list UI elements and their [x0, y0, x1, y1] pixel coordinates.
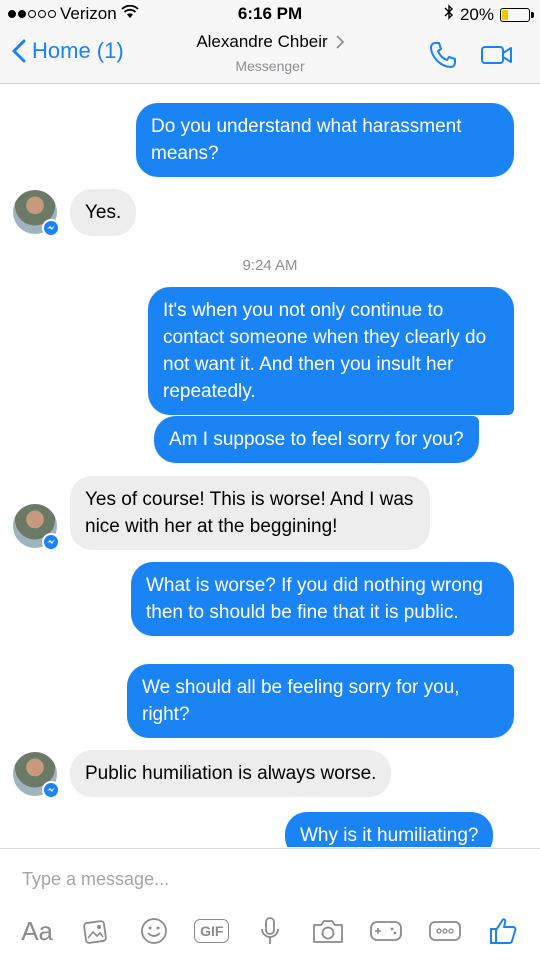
- status-bar: Verizon 6:16 PM 20%: [0, 0, 540, 28]
- battery-icon: [500, 7, 534, 22]
- camera-icon[interactable]: [308, 911, 348, 951]
- battery-percent: 20%: [459, 4, 494, 24]
- emoji-icon[interactable]: [134, 911, 174, 951]
- text-format-button[interactable]: Aa: [17, 911, 57, 951]
- incoming-message[interactable]: Yes.: [70, 189, 137, 236]
- like-icon[interactable]: [483, 911, 523, 951]
- message-list[interactable]: Do you understand what harassment means?…: [0, 85, 540, 847]
- photo-icon[interactable]: [75, 911, 115, 951]
- contact-avatar[interactable]: [13, 752, 60, 799]
- outgoing-message[interactable]: Why is it humiliating?: [285, 812, 494, 847]
- bluetooth-icon: [444, 4, 454, 25]
- contact-name: Alexandre Chbeir: [196, 32, 328, 51]
- video-icon[interactable]: [480, 43, 514, 67]
- gif-label: GIF: [194, 919, 230, 943]
- incoming-message[interactable]: Yes of course! This is worse! And I was …: [70, 476, 430, 550]
- outgoing-message[interactable]: What is worse? If you did nothing wrong …: [131, 562, 514, 636]
- chevron-right-icon: [336, 35, 344, 49]
- composer: Type a message... Aa GIF: [0, 848, 540, 960]
- mic-icon[interactable]: [250, 911, 290, 951]
- composer-toolbar: Aa GIF: [0, 909, 540, 953]
- outgoing-message[interactable]: We should all be feeling sorry for you, …: [127, 664, 514, 738]
- messenger-badge-icon: [42, 219, 60, 237]
- messenger-badge-icon: [42, 533, 60, 551]
- message-input[interactable]: Type a message...: [22, 869, 169, 890]
- conversation-header: Home (1) Alexandre Chbeir Messenger: [0, 28, 540, 84]
- gif-button[interactable]: GIF: [192, 911, 232, 951]
- incoming-message[interactable]: Public humiliation is always worse.: [70, 750, 392, 797]
- outgoing-message[interactable]: Am I suppose to feel sorry for you?: [154, 416, 479, 463]
- message-timestamp: 9:24 AM: [242, 257, 298, 274]
- contact-avatar[interactable]: [13, 504, 60, 551]
- battery-area: 20%: [444, 4, 534, 25]
- messenger-badge-icon: [42, 781, 60, 799]
- outgoing-message[interactable]: It's when you not only continue to conta…: [148, 287, 514, 415]
- contact-name-button[interactable]: Alexandre Chbeir: [196, 32, 344, 52]
- game-icon[interactable]: [366, 911, 406, 951]
- more-icon[interactable]: [425, 911, 465, 951]
- contact-avatar[interactable]: [13, 190, 60, 237]
- outgoing-message[interactable]: Do you understand what harassment means?: [136, 103, 514, 177]
- phone-icon[interactable]: [428, 40, 458, 70]
